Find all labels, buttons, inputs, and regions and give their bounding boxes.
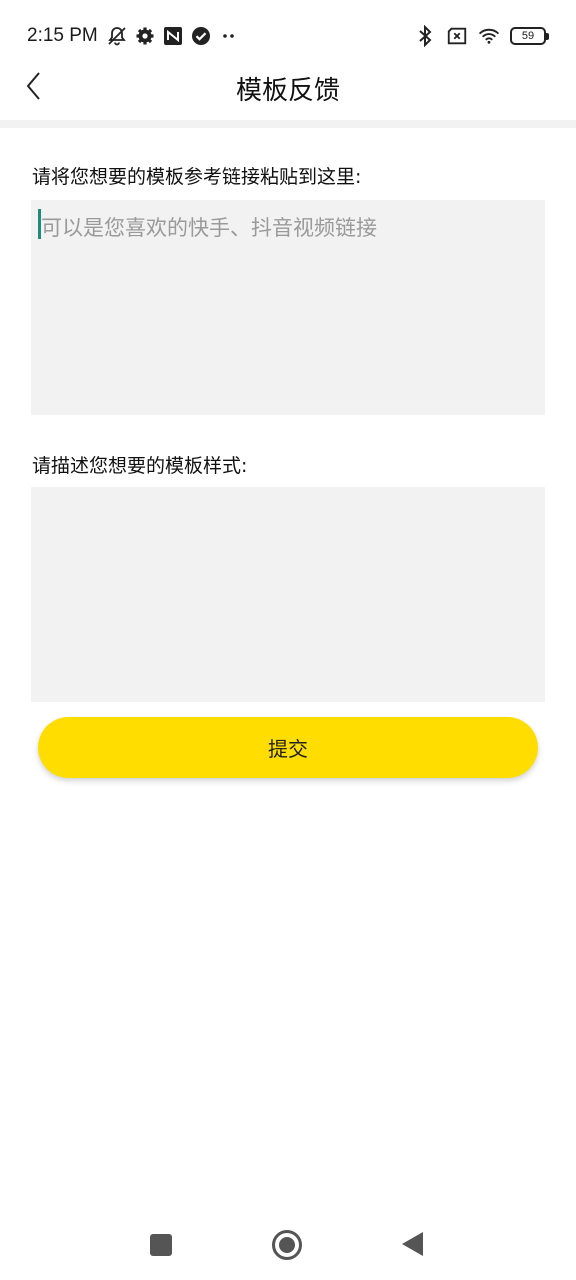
- nfc-icon: [162, 25, 184, 47]
- nav-back-button[interactable]: [402, 1232, 423, 1256]
- link-placeholder: 可以是您喜欢的快手、抖音视频链接: [41, 216, 377, 240]
- link-input[interactable]: 可以是您喜欢的快手、抖音视频链接: [31, 200, 545, 415]
- gear-icon: [134, 25, 156, 47]
- style-input[interactable]: [31, 487, 545, 702]
- recents-button[interactable]: [150, 1234, 172, 1256]
- status-time: 2:15 PM: [27, 25, 98, 46]
- submit-button[interactable]: 提交: [38, 717, 538, 778]
- bell-off-icon: [106, 25, 128, 47]
- status-left: 2:15 PM: [27, 22, 240, 50]
- nav-bar: [0, 1210, 576, 1280]
- battery-indicator: 59: [510, 27, 549, 45]
- page-title: 模板反馈: [235, 76, 340, 106]
- link-label: 请将您想要的模板参考链接粘贴到这里:: [32, 166, 362, 188]
- home-dot-icon: [279, 1237, 295, 1253]
- home-button[interactable]: [272, 1230, 302, 1260]
- header: 模板反馈: [0, 58, 576, 120]
- status-right: 59: [414, 22, 549, 50]
- style-label: 请描述您想要的模板样式:: [32, 455, 248, 477]
- bluetooth-icon: [414, 24, 436, 48]
- sim-off-icon: [446, 25, 468, 47]
- more-dots-icon: [218, 25, 240, 47]
- wifi-icon: [478, 25, 500, 47]
- header-divider: [0, 120, 576, 128]
- check-circle-icon: [190, 25, 212, 47]
